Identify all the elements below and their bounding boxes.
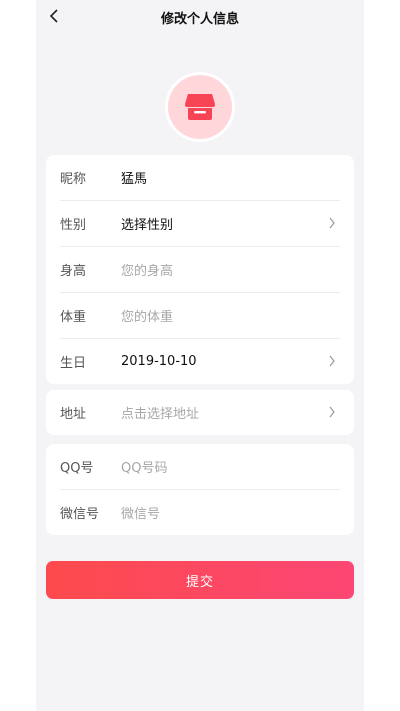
screen: 修改个人信息 昵称 猛馬 性别 选择性别 身高 您的身高 体重 您的体重 生日 … bbox=[36, 0, 364, 711]
nickname-row[interactable]: 昵称 猛馬 bbox=[60, 155, 340, 201]
avatar-circle bbox=[168, 75, 232, 139]
birthday-value[interactable]: 2019-10-10 bbox=[121, 354, 340, 369]
birthday-label: 生日 bbox=[60, 356, 87, 371]
nickname-label: 昵称 bbox=[60, 172, 87, 187]
address-row[interactable]: 地址 点击选择地址 bbox=[60, 390, 340, 435]
wechat-row[interactable]: 微信号 微信号 bbox=[60, 490, 340, 535]
wechat-label: 微信号 bbox=[60, 507, 100, 522]
qq-input[interactable]: QQ号码 bbox=[121, 457, 340, 476]
contact-card: QQ号 QQ号码 微信号 微信号 bbox=[46, 444, 354, 535]
height-label: 身高 bbox=[60, 264, 87, 279]
weight-row[interactable]: 体重 您的体重 bbox=[60, 293, 340, 339]
chevron-right-icon bbox=[324, 353, 340, 369]
page-title: 修改个人信息 bbox=[160, 12, 239, 27]
basic-info-card: 昵称 猛馬 性别 选择性别 身高 您的身高 体重 您的体重 生日 2019-10… bbox=[46, 155, 354, 384]
chevron-right-icon bbox=[324, 215, 340, 231]
birthday-row[interactable]: 生日 2019-10-10 bbox=[60, 339, 340, 384]
gender-label: 性别 bbox=[60, 218, 87, 233]
store-icon bbox=[185, 94, 215, 120]
gender-value[interactable]: 选择性别 bbox=[121, 214, 340, 233]
avatar[interactable] bbox=[165, 72, 235, 142]
height-input[interactable]: 您的身高 bbox=[121, 260, 340, 279]
chevron-right-icon bbox=[324, 404, 340, 420]
submit-button[interactable]: 提交 bbox=[46, 561, 354, 599]
nickname-value[interactable]: 猛馬 bbox=[121, 168, 340, 187]
height-row[interactable]: 身高 您的身高 bbox=[60, 247, 340, 293]
address-picker[interactable]: 点击选择地址 bbox=[121, 403, 340, 422]
address-card: 地址 点击选择地址 bbox=[46, 390, 354, 435]
qq-label: QQ号 bbox=[60, 461, 94, 476]
gender-row[interactable]: 性别 选择性别 bbox=[60, 201, 340, 247]
address-label: 地址 bbox=[60, 407, 87, 422]
weight-label: 体重 bbox=[60, 310, 87, 325]
wechat-input[interactable]: 微信号 bbox=[121, 503, 340, 522]
qq-row[interactable]: QQ号 QQ号码 bbox=[60, 444, 340, 490]
weight-input[interactable]: 您的体重 bbox=[121, 306, 340, 325]
